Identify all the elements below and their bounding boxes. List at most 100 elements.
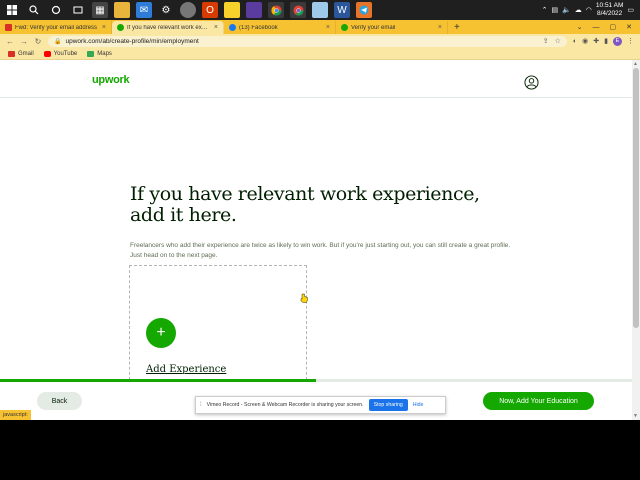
app-icon[interactable] xyxy=(180,2,196,18)
sharing-message: Vimeo Record - Screen & Webcam Recorder … xyxy=(206,402,364,408)
add-education-button[interactable]: Now, Add Your Education xyxy=(483,392,594,410)
tab-verify-email[interactable]: Verify your email × xyxy=(336,21,448,34)
page-header: upwork xyxy=(0,60,632,98)
subtitle-line-1: Freelancers who add their experience are… xyxy=(130,242,511,249)
omnibox-actions: ⇪ ☆ xyxy=(543,37,561,45)
close-icon[interactable]: × xyxy=(326,24,330,31)
tab-gmail[interactable]: Fwd: Verify your email address × xyxy=(0,21,112,34)
bookmark-label: Gmail xyxy=(18,50,34,57)
windows-start-icon[interactable] xyxy=(4,2,20,18)
clock-time: 10:51 AM xyxy=(595,2,624,9)
tab-label: If you have relevant work experie xyxy=(127,24,211,31)
cloud-icon[interactable]: ☁ xyxy=(575,6,582,14)
photos-icon[interactable] xyxy=(246,2,262,18)
volume-icon[interactable]: 🔈 xyxy=(562,6,571,14)
chrome-icon[interactable] xyxy=(268,2,284,18)
extensions-area: ◐ ◉ ✚ ▮ E ⋮ xyxy=(573,36,634,46)
close-icon[interactable]: × xyxy=(102,24,106,31)
wifi-icon[interactable]: ◠ xyxy=(586,6,592,14)
url-text: upwork.com/ab/create-profile/min/employm… xyxy=(65,37,199,45)
close-icon[interactable]: × xyxy=(438,24,442,31)
office-icon[interactable]: O xyxy=(202,2,218,18)
maximize-icon[interactable]: ▢ xyxy=(610,21,617,34)
youtube-icon xyxy=(43,50,51,57)
star-icon[interactable]: ☆ xyxy=(555,37,561,45)
profile-avatar-icon[interactable]: E xyxy=(613,36,622,46)
scrollbar-thumb[interactable] xyxy=(633,68,639,328)
gmail-icon xyxy=(8,50,15,57)
reload-icon[interactable]: ↻ xyxy=(34,37,42,46)
menu-dots-icon[interactable]: ⋮ xyxy=(627,37,634,45)
back-arrow-icon[interactable]: ← xyxy=(6,37,14,46)
tab-label: Fwd: Verify your email address xyxy=(15,24,98,31)
windows-taskbar: ▦ ✉ ⚙ O W ⌃ ▤ 🔈 ☁ ◠ 10:51 AM 8/4/2022 ▭ xyxy=(0,0,640,20)
gmail-favicon-icon xyxy=(5,24,12,31)
user-account-icon[interactable] xyxy=(524,75,539,90)
status-bubble: javascript: xyxy=(0,410,31,420)
sticky-notes-icon[interactable] xyxy=(224,2,240,18)
clock-date: 8/4/2022 xyxy=(596,10,623,17)
address-bar[interactable]: 🔒 upwork.com/ab/create-profile/min/emplo… xyxy=(48,35,567,47)
forward-arrow-icon[interactable]: → xyxy=(20,37,28,46)
share-icon[interactable]: ⇪ xyxy=(543,37,549,45)
bookmark-gmail[interactable]: Gmail xyxy=(8,50,34,57)
puzzle-icon[interactable]: ✚ xyxy=(593,37,599,45)
page-title: If you have relevant work experience, ad… xyxy=(130,184,490,226)
scroll-up-icon[interactable]: ▲ xyxy=(633,61,638,67)
back-button[interactable]: Back xyxy=(37,392,82,410)
settings-icon[interactable]: ⚙ xyxy=(158,2,174,18)
plus-icon: + xyxy=(156,324,166,341)
bookmark-youtube[interactable]: YouTube xyxy=(43,50,77,57)
window-controls: ⌄ — ▢ ✕ xyxy=(577,21,640,34)
telegram-icon[interactable] xyxy=(356,2,372,18)
browser-toolbar: ← → ↻ 🔒 upwork.com/ab/create-profile/min… xyxy=(0,34,640,48)
title-line-1: If you have relevant work experience, xyxy=(130,183,480,205)
chevron-up-icon[interactable]: ⌃ xyxy=(542,6,548,14)
hide-button[interactable]: Hide xyxy=(413,402,424,408)
search-icon[interactable] xyxy=(26,2,42,18)
extension-icon[interactable]: ◉ xyxy=(582,37,588,45)
close-icon[interactable]: × xyxy=(214,24,218,31)
file-explorer-icon[interactable] xyxy=(114,2,130,18)
upwork-favicon-icon xyxy=(117,24,124,31)
bookmark-maps[interactable]: Maps xyxy=(87,50,112,57)
network-icon[interactable]: ▤ xyxy=(551,6,558,14)
tab-label: (13) Facebook xyxy=(239,24,278,31)
system-tray: ⌃ ▤ 🔈 ☁ ◠ 10:51 AM 8/4/2022 ▭ xyxy=(542,2,640,18)
task-view-icon[interactable] xyxy=(70,2,86,18)
add-experience-link[interactable]: Add Experience xyxy=(146,364,226,375)
word-icon[interactable]: W xyxy=(334,2,350,18)
notification-icon[interactable]: ▭ xyxy=(627,6,634,14)
upwork-favicon-icon xyxy=(341,24,348,31)
chrome-profile-icon[interactable] xyxy=(290,2,306,18)
add-experience-plus-button[interactable]: + xyxy=(146,318,176,348)
sidebar-icon[interactable]: ▮ xyxy=(604,37,608,45)
screen-sharing-bar: ⁞ Vimeo Record - Screen & Webcam Recorde… xyxy=(195,396,446,414)
browser-tab-strip: Fwd: Verify your email address × If you … xyxy=(0,20,640,34)
maps-icon xyxy=(87,50,95,57)
bookmark-label: Maps xyxy=(97,50,112,57)
cortana-icon[interactable] xyxy=(48,2,64,18)
scroll-down-icon[interactable]: ▼ xyxy=(633,413,638,419)
subtitle-line-2: Just head on to the next page. xyxy=(130,252,218,259)
chevron-down-icon[interactable]: ⌄ xyxy=(577,21,583,34)
extension-icon[interactable]: ◐ xyxy=(573,38,577,45)
upwork-page: upwork xyxy=(0,60,632,420)
tab-upwork-experience[interactable]: If you have relevant work experie × xyxy=(112,21,224,34)
upwork-logo[interactable]: upwork xyxy=(92,74,130,86)
minimize-icon[interactable]: — xyxy=(593,21,600,34)
page-subtitle: Freelancers who add their experience are… xyxy=(130,241,550,261)
close-window-icon[interactable]: ✕ xyxy=(626,21,632,34)
title-line-2: add it here. xyxy=(130,204,237,226)
drag-handle-icon[interactable]: ⁞ xyxy=(200,402,202,408)
calculator-icon[interactable]: ▦ xyxy=(92,2,108,18)
mail-icon[interactable]: ✉ xyxy=(136,2,152,18)
notepad-icon[interactable] xyxy=(312,2,328,18)
tab-label: Verify your email xyxy=(351,24,396,31)
stop-sharing-button[interactable]: Stop sharing xyxy=(368,399,408,411)
clock[interactable]: 10:51 AM 8/4/2022 xyxy=(596,2,623,18)
lock-icon[interactable]: 🔒 xyxy=(54,38,61,45)
new-tab-button[interactable]: + xyxy=(448,21,466,34)
tab-facebook[interactable]: (13) Facebook × xyxy=(224,21,336,34)
page-scrollbar[interactable]: ▲ ▼ xyxy=(632,60,640,420)
